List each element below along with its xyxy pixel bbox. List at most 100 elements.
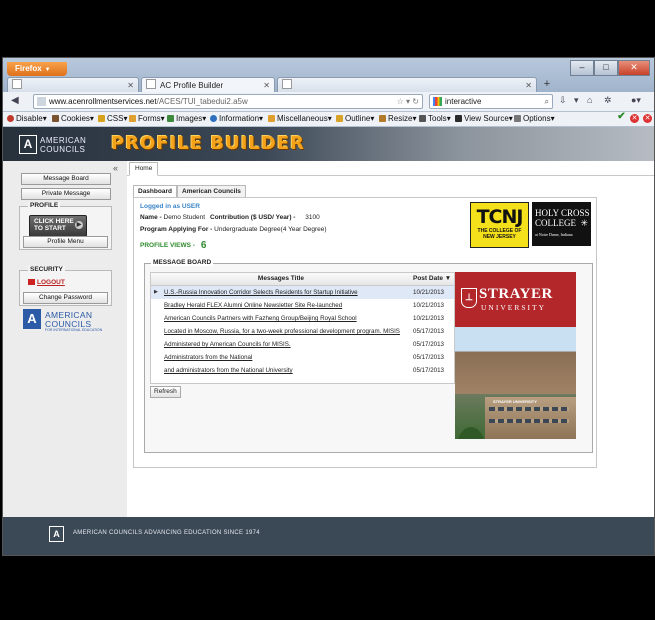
message-date: 10/21/2013: [413, 315, 444, 322]
message-title-link[interactable]: and administrators from the National Uni…: [164, 364, 409, 377]
chevron-down-icon: ▾: [508, 114, 513, 123]
devbar-forms[interactable]: Forms▾: [129, 112, 165, 126]
profile-heading: PROFILE: [28, 202, 61, 209]
tree-image: [457, 427, 485, 439]
profile-menu-button[interactable]: Profile Menu: [23, 236, 108, 248]
name-row: Name - Demo Student: [140, 214, 205, 221]
refresh-button[interactable]: Refresh: [150, 386, 181, 398]
search-input[interactable]: interactive ⌕: [429, 94, 553, 109]
message-board-button[interactable]: Message Board: [21, 173, 111, 185]
close-icon[interactable]: ✕: [525, 78, 532, 93]
message-title-link[interactable]: Administrators from the National: [164, 351, 409, 364]
logout-link[interactable]: LOGOUT: [28, 279, 65, 286]
building-image: STRAYER UNIVERSITY: [485, 397, 576, 439]
tab-bar: Firefox ▼ ✕ AC Profile Builder ✕ ✕ + – □ ✕: [3, 58, 654, 93]
tab-3[interactable]: ✕: [277, 77, 537, 93]
col-messages-title[interactable]: Messages Title: [151, 273, 411, 285]
main-content: Home Dashboard American Councils Logged …: [127, 161, 654, 517]
devbar-tools[interactable]: Tools▾: [419, 112, 451, 126]
table-row[interactable]: American Councils Partners with Fazheng …: [151, 312, 454, 325]
tab-ac-profile-builder[interactable]: AC Profile Builder ✕: [141, 77, 275, 93]
addon-icon[interactable]: ✲: [604, 95, 612, 106]
devbar-label: Disable: [16, 114, 43, 123]
devbar-options[interactable]: Options▾: [514, 112, 555, 126]
message-board: MESSAGE BOARD Messages Title Post Date ▼…: [144, 259, 593, 453]
table-row[interactable]: and administrators from the National Uni…: [151, 364, 454, 377]
site-identity-icon[interactable]: [37, 97, 46, 106]
close-toolbar-icon[interactable]: ✕: [643, 114, 652, 123]
chevron-down-icon: ▾: [412, 114, 417, 123]
message-title-link[interactable]: Administered by American Councils for MI…: [164, 338, 409, 351]
menu-icon[interactable]: ●▾: [631, 95, 641, 106]
sidebar: « Message Board Private Message PROFILE …: [3, 161, 128, 517]
row-selected-icon: ▶: [154, 289, 158, 295]
scroll-icon[interactable]: ▾: [574, 95, 579, 106]
message-date: 05/17/2013: [413, 328, 444, 335]
col-post-date[interactable]: Post Date ▼: [413, 273, 453, 285]
table-row[interactable]: Administrators from the National 05/17/20…: [151, 351, 454, 364]
cookie-icon: [52, 115, 59, 122]
resize-icon: [379, 115, 386, 122]
table-row[interactable]: Bradley Herald FLEX Alumni Online Newsle…: [151, 299, 454, 312]
close-window-button[interactable]: ✕: [618, 60, 650, 76]
close-icon[interactable]: ✕: [127, 78, 134, 93]
strayer-university-ad[interactable]: ⊥ STRAYER UNIVERSITY STRAYER UNIVERSITY: [455, 272, 576, 439]
name-value: Demo Student: [163, 214, 206, 221]
chevron-down-icon: ▾: [42, 114, 47, 123]
google-icon[interactable]: [433, 97, 442, 106]
devbar-css[interactable]: CSS▾: [98, 112, 127, 126]
american-councils-logo[interactable]: A AMERICAN COUNCILS: [19, 134, 91, 154]
holy-cross-line-2: COLLEGE: [535, 218, 576, 228]
private-message-button[interactable]: Private Message: [21, 188, 111, 200]
holy-cross-ad[interactable]: HOLY CROSS COLLEGE at Notre Dame, Indian…: [532, 202, 591, 246]
downloads-icon[interactable]: ⇩: [559, 95, 567, 106]
collapse-sidebar-icon[interactable]: «: [113, 163, 118, 173]
devbar-images[interactable]: Images▾: [167, 112, 206, 126]
message-date: 10/21/2013: [413, 289, 444, 296]
click-here-to-start-button[interactable]: CLICK HERE TO START ▶: [29, 215, 87, 237]
search-icon[interactable]: ⌕: [545, 95, 549, 108]
checkmark-icon[interactable]: ✔: [617, 112, 626, 122]
chevron-down-icon: ▾: [123, 114, 128, 123]
firefox-menu-button[interactable]: Firefox ▼: [7, 62, 67, 76]
message-title-link[interactable]: Bradley Herald FLEX Alumni Online Newsle…: [164, 299, 409, 312]
close-icon[interactable]: ✕: [263, 78, 270, 93]
devbar-label: Outline: [345, 114, 371, 123]
logged-in-status: Logged in as USER: [140, 203, 200, 210]
chevron-down-icon: ▾: [550, 114, 555, 123]
home-icon[interactable]: ⌂: [587, 95, 592, 105]
change-password-button[interactable]: Change Password: [23, 292, 108, 304]
devbar-miscellaneous[interactable]: Miscellaneous▾: [268, 112, 332, 126]
maximize-button[interactable]: □: [594, 60, 618, 76]
url-bar[interactable]: www.acenrollmentservices.net/ACES/TUI_ta…: [33, 94, 423, 109]
devbar-outline[interactable]: Outline▾: [336, 112, 374, 126]
tcnj-ad[interactable]: TCNJ THE COLLEGE OF NEW JERSEY: [470, 202, 529, 248]
profile-builder-title: PROFILE BUILDER: [111, 133, 305, 154]
devbar-label: View Source: [464, 114, 509, 123]
table-row[interactable]: ▶ U.S.-Russia Innovation Corridor Selects…: [151, 286, 454, 299]
devbar-cookies[interactable]: Cookies▾: [52, 112, 94, 126]
message-title-link[interactable]: U.S.-Russia Innovation Corridor Selects …: [164, 286, 409, 299]
devbar-label: Forms: [138, 114, 161, 123]
table-row[interactable]: Located in Moscow, Russia, for a two-wee…: [151, 325, 454, 338]
minimize-button[interactable]: –: [570, 60, 594, 76]
new-tab-button[interactable]: +: [540, 77, 554, 92]
message-title-link[interactable]: Located in Moscow, Russia, for a two-wee…: [164, 325, 409, 338]
options-icon: [514, 115, 521, 122]
message-title-link[interactable]: American Councils Partners with Fazheng …: [164, 312, 409, 325]
misc-icon: [268, 115, 275, 122]
back-arrow-icon[interactable]: ◀: [11, 95, 19, 107]
tab-1[interactable]: ✕: [7, 77, 139, 93]
bookmark-star-icon[interactable]: ☆ ▾ ↻: [397, 95, 419, 108]
devbar-label: Resize: [388, 114, 413, 123]
tab-home[interactable]: Home: [129, 162, 159, 176]
error-icon[interactable]: ✕: [630, 114, 639, 123]
ac-mark-icon: A: [19, 135, 37, 154]
shield-icon: ⊥: [461, 288, 477, 308]
site-footer: A AMERICAN COUNCILS ADVANCING EDUCATION …: [3, 517, 654, 555]
devbar-resize[interactable]: Resize▾: [379, 112, 416, 126]
devbar-disable[interactable]: Disable▾: [7, 112, 47, 126]
devbar-information[interactable]: Information▾: [210, 112, 263, 126]
table-row[interactable]: Administered by American Councils for MI…: [151, 338, 454, 351]
devbar-view-source[interactable]: View Source▾: [455, 112, 513, 126]
